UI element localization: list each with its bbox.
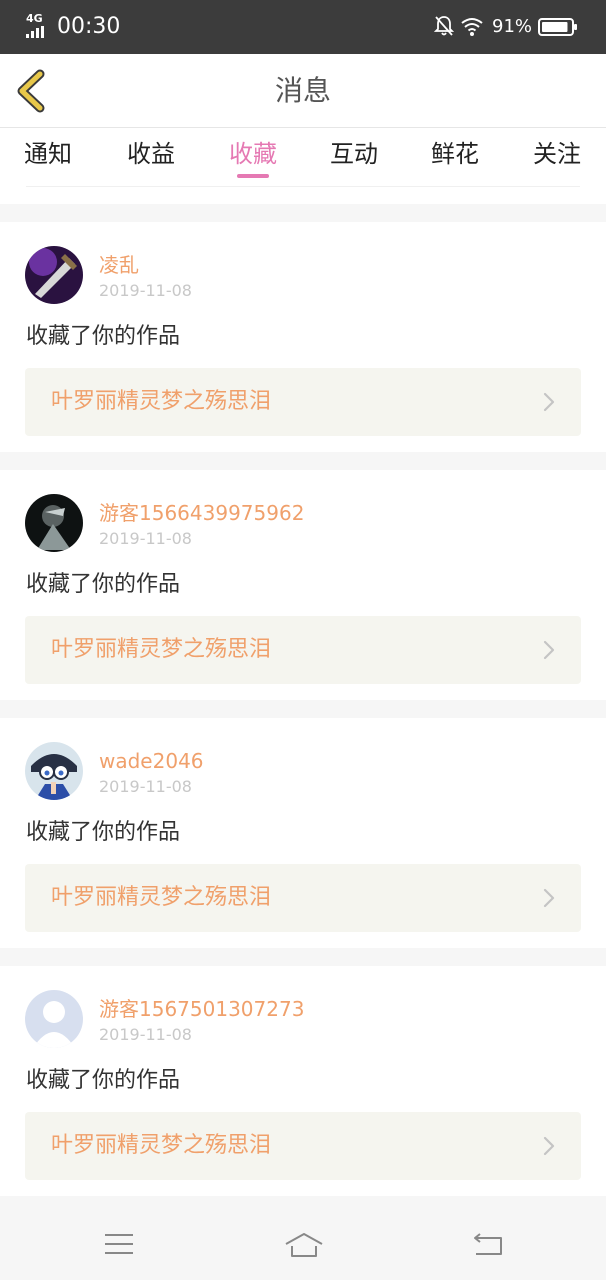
tab-bar: 通知 收益 收藏 互动 鲜花 关注	[0, 128, 606, 204]
battery-icon	[538, 18, 577, 36]
message-date: 2019-11-08	[99, 529, 192, 548]
work-link[interactable]: 叶罗丽精灵梦之殇思泪	[25, 1112, 581, 1180]
avatar[interactable]	[25, 494, 83, 552]
message-text: 收藏了你的作品	[26, 820, 181, 845]
username[interactable]: 凌乱	[99, 252, 139, 278]
home-icon[interactable]	[284, 1232, 324, 1258]
work-title: 叶罗丽精灵梦之殇思泪	[51, 389, 272, 414]
wifi-icon	[461, 18, 483, 36]
work-link[interactable]: 叶罗丽精灵梦之殇思泪	[25, 368, 581, 436]
avatar[interactable]	[25, 990, 83, 1048]
work-title: 叶罗丽精灵梦之殇思泪	[51, 1133, 272, 1158]
avatar[interactable]	[25, 246, 83, 304]
message-text: 收藏了你的作品	[26, 324, 181, 349]
message-date: 2019-11-08	[99, 777, 192, 796]
network-type: 4G	[26, 12, 43, 25]
message-text: 收藏了你的作品	[26, 572, 181, 597]
work-link[interactable]: 叶罗丽精灵梦之殇思泪	[25, 616, 581, 684]
chevron-right-icon	[543, 640, 555, 660]
cellular-signal-icon: 4G	[26, 12, 48, 38]
message-text: 收藏了你的作品	[26, 1068, 181, 1093]
chevron-right-icon	[543, 888, 555, 908]
work-title: 叶罗丽精灵梦之殇思泪	[51, 637, 272, 662]
tab-interactions[interactable]: 互动	[330, 138, 378, 170]
work-title: 叶罗丽精灵梦之殇思泪	[51, 885, 272, 910]
tab-favorites[interactable]: 收藏	[229, 138, 277, 170]
mute-bell-icon	[434, 16, 454, 36]
chevron-right-icon	[543, 392, 555, 412]
username[interactable]: 游客1567501307273	[99, 996, 304, 1022]
tab-follows[interactable]: 关注	[533, 138, 581, 170]
menu-icon[interactable]	[104, 1232, 134, 1256]
system-nav-bar	[0, 1210, 606, 1280]
active-tab-indicator	[237, 174, 269, 178]
username[interactable]: 游客1566439975962	[99, 500, 304, 526]
message-date: 2019-11-08	[99, 281, 192, 300]
page-title: 消息	[274, 74, 331, 107]
status-bar: 4G 00:30 91%	[0, 0, 606, 54]
username[interactable]: wade2046	[99, 748, 204, 774]
message-card: 凌乱 2019-11-08 收藏了你的作品 叶罗丽精灵梦之殇思泪	[0, 222, 606, 452]
top-app-bar: 消息	[0, 54, 606, 128]
return-icon[interactable]	[472, 1232, 504, 1256]
message-date: 2019-11-08	[99, 1025, 192, 1044]
chevron-right-icon	[543, 1136, 555, 1156]
tab-notifications[interactable]: 通知	[24, 138, 72, 170]
tab-flowers[interactable]: 鲜花	[431, 138, 479, 170]
message-card: 游客1566439975962 2019-11-08 收藏了你的作品 叶罗丽精灵…	[0, 470, 606, 700]
message-card: wade2046 2019-11-08 收藏了你的作品 叶罗丽精灵梦之殇思泪	[0, 718, 606, 948]
work-link[interactable]: 叶罗丽精灵梦之殇思泪	[25, 864, 581, 932]
tab-earnings[interactable]: 收益	[127, 138, 175, 170]
clock: 00:30	[57, 14, 121, 39]
divider	[26, 186, 580, 187]
battery-percent: 91%	[492, 16, 533, 37]
avatar[interactable]	[25, 742, 83, 800]
message-card: 游客1567501307273 2019-11-08 收藏了你的作品 叶罗丽精灵…	[0, 966, 606, 1196]
